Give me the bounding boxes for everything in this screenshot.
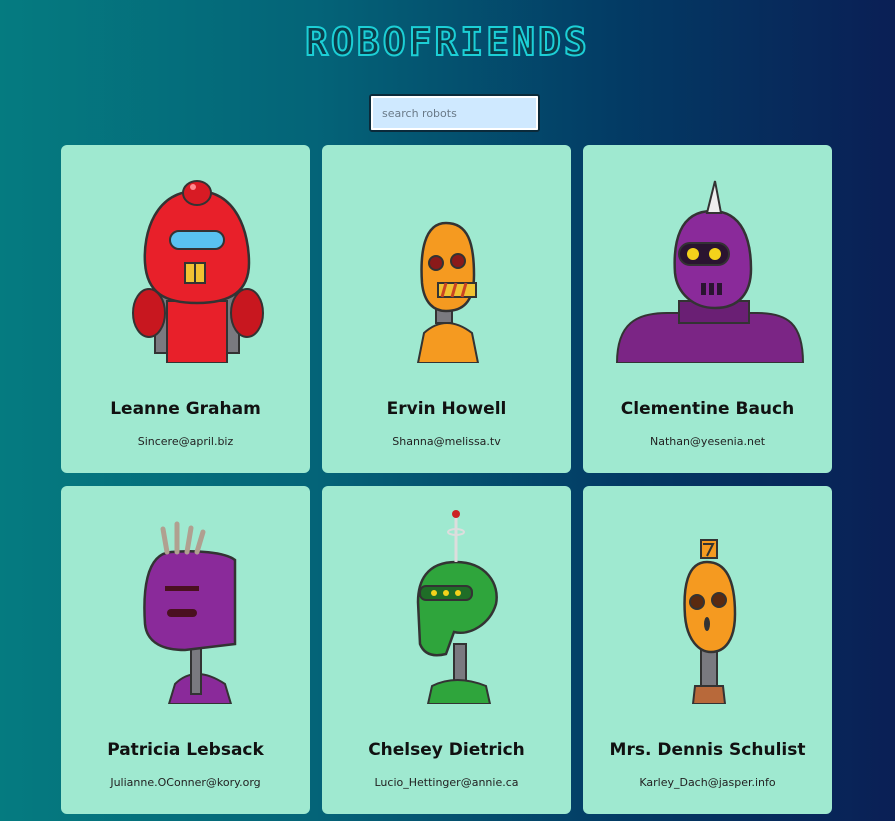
robot-email: Julianne.OConner@kory.org — [110, 776, 261, 789]
robot-card[interactable]: Mrs. Dennis Schulist Karley_Dach@jasper.… — [583, 486, 832, 814]
robot-name: Patricia Lebsack — [107, 740, 264, 760]
robot-name: Ervin Howell — [386, 399, 507, 419]
robot-name: Mrs. Dennis Schulist — [609, 740, 806, 760]
robot-avatar-orange — [416, 221, 480, 363]
robot-avatar-red — [132, 180, 264, 363]
robot-name: Chelsey Dietrich — [368, 740, 525, 760]
robot-email: Nathan@yesenia.net — [649, 435, 766, 448]
robot-card[interactable]: Clementine Bauch Nathan@yesenia.net — [583, 145, 832, 473]
robot-avatar-purple — [615, 180, 805, 363]
robot-card[interactable]: Chelsey Dietrich Lucio_Hettinger@annie.c… — [322, 486, 571, 814]
robot-avatar-purple-2 — [143, 521, 237, 704]
robot-avatar-orange-2 — [683, 539, 737, 704]
app-title: ROBOFRIENDS — [304, 19, 590, 65]
robot-card[interactable]: Leanne Graham Sincere@april.biz — [61, 145, 310, 473]
robot-card[interactable]: Ervin Howell Shanna@melissa.tv — [322, 145, 571, 473]
robot-card[interactable]: Patricia Lebsack Julianne.OConner@kory.o… — [61, 486, 310, 814]
robot-email: Shanna@melissa.tv — [392, 435, 501, 448]
robot-avatar-green — [416, 510, 498, 704]
robot-email: Lucio_Hettinger@annie.ca — [374, 776, 519, 789]
robot-email: Sincere@april.biz — [137, 435, 234, 448]
robot-email: Karley_Dach@jasper.info — [639, 776, 776, 789]
robot-name: Leanne Graham — [110, 399, 261, 419]
robot-name: Clementine Bauch — [620, 399, 795, 419]
search-input[interactable] — [369, 94, 540, 132]
